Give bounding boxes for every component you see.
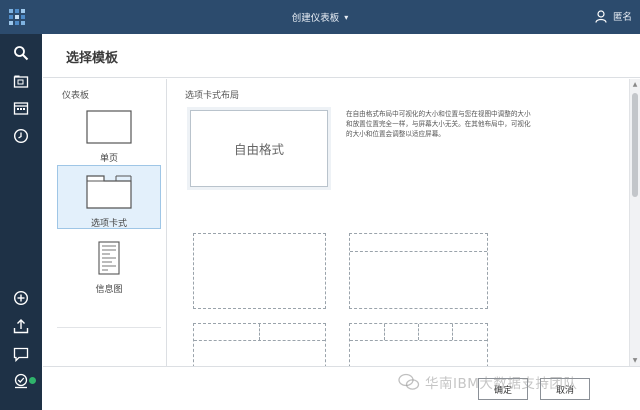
panel-divider [350, 340, 487, 341]
folder-icon[interactable] [11, 71, 31, 91]
layout-option-4[interactable] [349, 323, 488, 366]
dialog-title: 选择模板 [66, 51, 119, 66]
calendar-icon[interactable] [11, 98, 31, 118]
watermark: 华南IBM大数据支持团队 [398, 372, 577, 392]
scroll-down-icon[interactable]: ▼ [630, 357, 640, 364]
dialog-header: 选择模板 [43, 34, 640, 78]
watermark-text: 华南IBM大数据支持团队 [425, 376, 578, 392]
chat-icon[interactable] [11, 344, 31, 364]
panel-divider [418, 324, 419, 340]
category-heading: 仪表板 [62, 91, 90, 101]
select-template-dialog: 选择模板 仪表板 单页 选项卡式 信息图 选项卡式布局 自由格式 在自由格式布局… [43, 34, 640, 410]
layout-option-2[interactable] [349, 233, 488, 309]
layout-option-3[interactable] [193, 323, 326, 366]
freeform-description: 在自由格式布局中可视化的大小和位置与您在视图中调整的大小和放置位置完全一样，与屏… [346, 110, 531, 138]
template-label: 选项卡式 [90, 219, 127, 229]
template-category-panel: 仪表板 单页 选项卡式 信息图 [43, 79, 167, 366]
chevron-down-icon[interactable]: ▾ [344, 13, 348, 22]
layout-options-area: 选项卡式布局 自由格式 在自由格式布局中可视化的大小和位置与您在视图中调整的大小… [168, 79, 629, 366]
single-page-thumbnail-icon [86, 110, 132, 144]
panel-divider [384, 324, 385, 340]
add-icon[interactable] [11, 288, 31, 308]
template-single-page[interactable]: 单页 [57, 106, 161, 164]
template-tabbed[interactable]: 选项卡式 [57, 165, 161, 229]
freeform-label: 自由格式 [233, 142, 284, 157]
scroll-thumb[interactable] [632, 93, 638, 197]
upload-icon[interactable] [11, 316, 31, 336]
tabbed-thumbnail-icon [86, 175, 132, 209]
layout-option-1[interactable] [193, 233, 326, 309]
panel-divider [452, 324, 453, 340]
panel-divider [259, 324, 260, 340]
divider [57, 327, 161, 328]
badge-icon[interactable] [11, 371, 31, 391]
template-infographic[interactable]: 信息图 [57, 237, 161, 301]
dashboard-title-menu[interactable]: 创建仪表板 ▾ [0, 10, 640, 24]
template-label: 信息图 [95, 285, 123, 295]
user-name: 匿名 [612, 12, 632, 23]
user-icon [595, 9, 607, 23]
search-icon[interactable] [11, 43, 31, 63]
vertical-scrollbar[interactable]: ▲ ▼ [629, 79, 640, 366]
layout-freeform[interactable]: 自由格式 [190, 110, 328, 187]
scroll-up-icon[interactable]: ▲ [630, 81, 640, 88]
top-bar: 创建仪表板 ▾ 匿名 [0, 0, 640, 34]
panel-divider [194, 340, 325, 341]
dashboard-title: 创建仪表板 [291, 13, 340, 24]
user-menu[interactable]: 匿名 [595, 9, 632, 23]
clock-icon[interactable] [11, 126, 31, 146]
status-dot [29, 377, 36, 384]
left-sidebar [0, 34, 42, 410]
wechat-logo-icon [398, 373, 420, 390]
template-label: 单页 [99, 154, 118, 164]
panel-divider [350, 251, 487, 252]
layout-heading: 选项卡式布局 [185, 91, 240, 101]
infographic-thumbnail-icon [98, 241, 120, 275]
